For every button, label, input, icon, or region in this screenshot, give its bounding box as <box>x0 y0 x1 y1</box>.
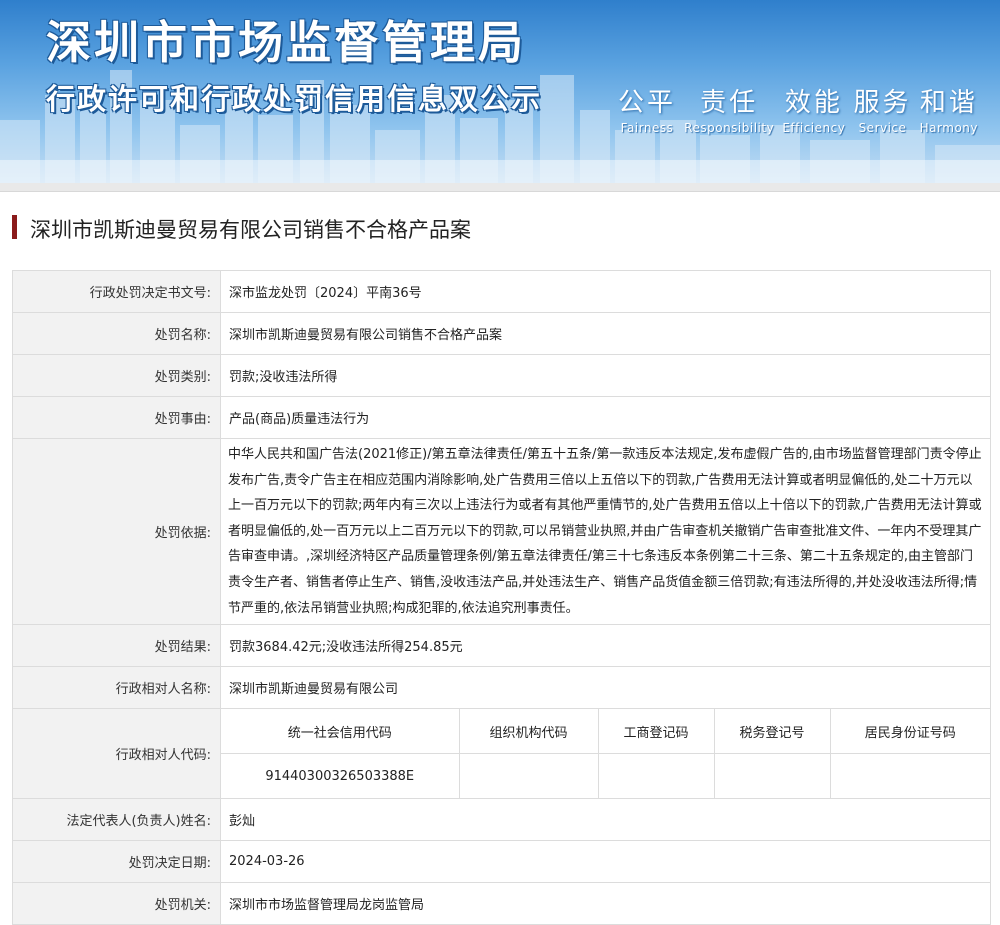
doc-no-label: 行政处罚决定书文号: <box>12 270 221 313</box>
party-name-label: 行政相对人名称: <box>12 666 221 710</box>
basis-label: 处罚依据: <box>12 437 221 626</box>
result-value: 罚款3684.42元;没收违法所得254.85元 <box>220 624 991 668</box>
table-row: 处罚事由: 产品(商品)质量违法行为 <box>12 396 991 439</box>
table-row: 处罚名称: 深圳市凯斯迪曼贸易有限公司销售不合格产品案 <box>12 312 991 355</box>
legal-rep-value: 彭灿 <box>220 798 991 842</box>
category-value: 罚款;没收违法所得 <box>220 354 991 397</box>
header-banner: 深圳市市场监督管理局 行政许可和行政处罚信用信息双公示 公平 Fairness … <box>0 0 1000 183</box>
table-row: 行政处罚决定书文号: 深市监龙处罚〔2024〕平南36号 <box>12 270 991 313</box>
banner-subtitle: 行政许可和行政处罚信用信息双公示 <box>46 82 543 116</box>
case-name-label: 处罚名称: <box>12 312 221 355</box>
decision-date-label: 处罚决定日期: <box>12 840 221 884</box>
decision-date-value: 2024-03-26 <box>220 840 991 884</box>
authority-value: 深圳市市场监督管理局龙岗监管局 <box>220 882 991 925</box>
table-row: 行政相对人名称: 深圳市凯斯迪曼贸易有限公司 <box>12 666 991 710</box>
penalty-info-table: 行政处罚决定书文号: 深市监龙处罚〔2024〕平南36号 处罚名称: 深圳市凯斯… <box>12 270 991 925</box>
table-row: 处罚决定日期: 2024-03-26 <box>12 840 991 884</box>
category-label: 处罚类别: <box>12 354 221 397</box>
party-code-value-row: 91440300326503388E <box>221 753 990 799</box>
basis-value: 中华人民共和国广告法(2021修正)/第五章法律责任/第五十五条/第一款违反本法… <box>220 437 991 626</box>
case-heading: 深圳市凯斯迪曼贸易有限公司销售不合格产品案 <box>0 192 1000 256</box>
tax-reg-header: 税务登记号 <box>713 709 830 755</box>
id-card-value <box>829 753 990 799</box>
banner-divider <box>0 183 1000 192</box>
party-code-cell: 统一社会信用代码 组织机构代码 工商登记码 税务登记号 居民身份证号码 9144… <box>220 708 991 800</box>
table-row: 处罚机关: 深圳市市场监督管理局龙岗监管局 <box>12 882 991 925</box>
credit-code-header: 统一社会信用代码 <box>221 709 459 755</box>
id-card-header: 居民身份证号码 <box>829 709 990 755</box>
business-reg-value <box>597 753 714 799</box>
heading-accent-bar <box>12 215 17 239</box>
party-code-table: 统一社会信用代码 组织机构代码 工商登记码 税务登记号 居民身份证号码 9144… <box>221 709 990 799</box>
legal-rep-label: 法定代表人(负责人)姓名: <box>12 798 221 842</box>
case-name-value: 深圳市凯斯迪曼贸易有限公司销售不合格产品案 <box>220 312 991 355</box>
reason-value: 产品(商品)质量违法行为 <box>220 396 991 439</box>
party-name-value: 深圳市凯斯迪曼贸易有限公司 <box>220 666 991 710</box>
agency-title: 深圳市市场监督管理局 <box>46 16 527 69</box>
org-code-header: 组织机构代码 <box>458 709 598 755</box>
motto-efficiency: 效能 Efficiency <box>782 88 846 135</box>
motto-fairness: 公平 Fairness <box>618 88 677 135</box>
table-row: 法定代表人(负责人)姓名: 彭灿 <box>12 798 991 842</box>
org-code-value <box>458 753 598 799</box>
table-row: 处罚依据: 中华人民共和国广告法(2021修正)/第五章法律责任/第五十五条/第… <box>12 437 991 626</box>
authority-label: 处罚机关: <box>12 882 221 925</box>
motto-group: 公平 Fairness 责任 Responsibility 效能 Efficie… <box>618 82 978 135</box>
result-label: 处罚结果: <box>12 624 221 668</box>
tax-reg-value <box>713 753 830 799</box>
doc-no-value: 深市监龙处罚〔2024〕平南36号 <box>220 270 991 313</box>
reason-label: 处罚事由: <box>12 396 221 439</box>
motto-harmony: 和谐 Harmony <box>919 88 978 135</box>
table-row: 处罚类别: 罚款;没收违法所得 <box>12 354 991 397</box>
credit-code-value: 91440300326503388E <box>265 768 415 784</box>
table-row: 处罚结果: 罚款3684.42元;没收违法所得254.85元 <box>12 624 991 668</box>
party-code-header-row: 统一社会信用代码 组织机构代码 工商登记码 税务登记号 居民身份证号码 <box>221 709 990 755</box>
motto-service: 服务 Service <box>853 88 912 135</box>
party-code-label: 行政相对人代码: <box>12 708 221 800</box>
motto-responsibility: 责任 Responsibility <box>684 88 775 135</box>
table-row: 行政相对人代码: 统一社会信用代码 组织机构代码 工商登记码 税务登记号 居民身… <box>12 708 991 800</box>
case-title: 深圳市凯斯迪曼贸易有限公司销售不合格产品案 <box>30 218 471 242</box>
business-reg-header: 工商登记码 <box>597 709 714 755</box>
